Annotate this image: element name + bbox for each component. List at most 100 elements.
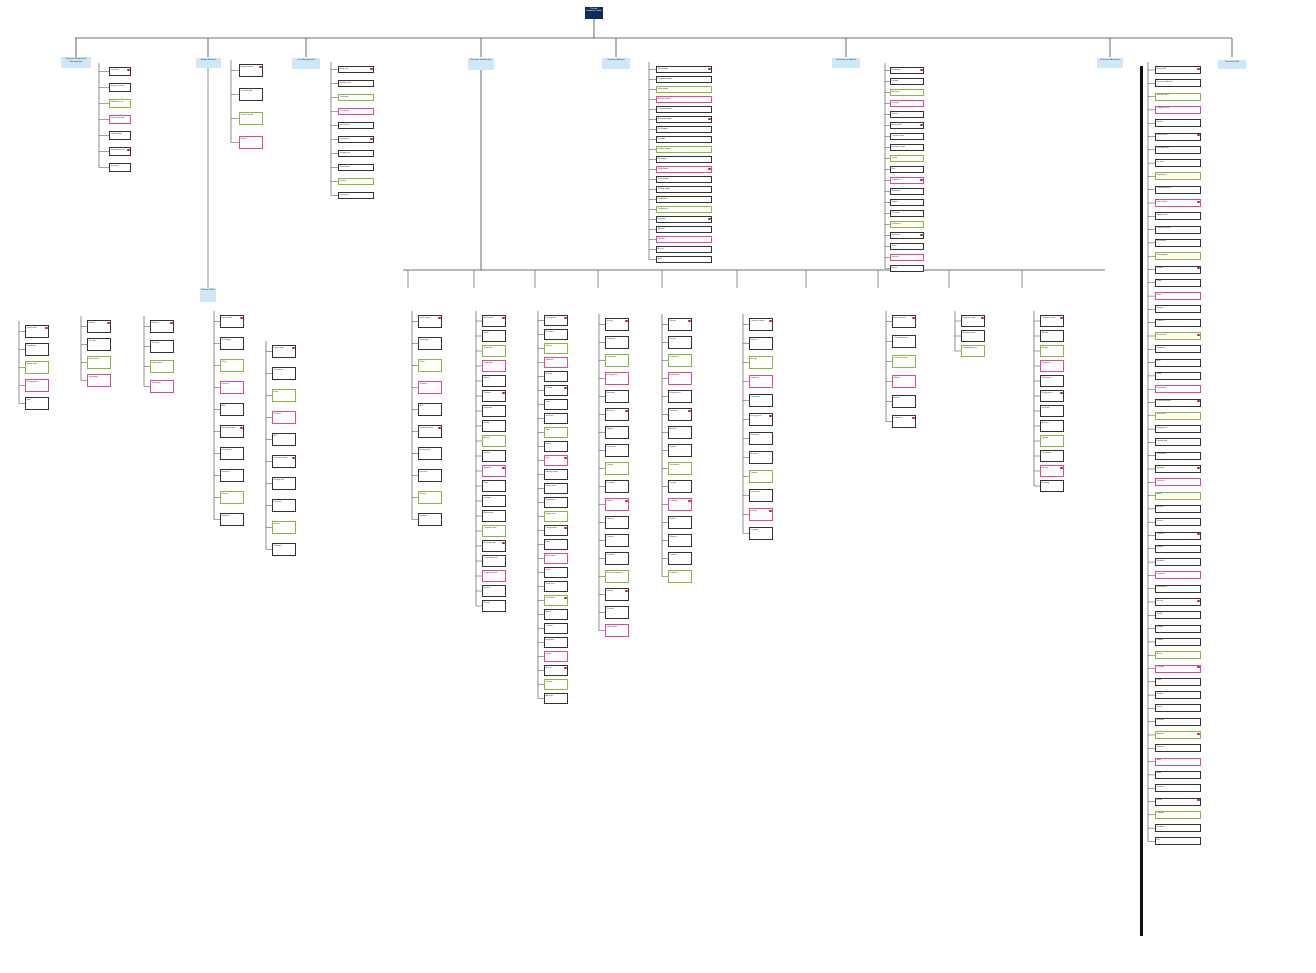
external-node[interactable]: Supply chain xyxy=(1155,212,1201,221)
source-node[interactable]: Weather xyxy=(1040,330,1064,342)
external-node[interactable]: Housing data xyxy=(1155,438,1201,447)
performance-node[interactable]: Leverage xyxy=(890,100,924,107)
variance-node[interactable]: Labor budget xyxy=(656,86,712,93)
measure-node[interactable]: End xyxy=(544,455,568,466)
planning-node[interactable]: Research xyxy=(220,381,244,394)
external-node[interactable]: Energy prices xyxy=(1155,425,1201,434)
external-node[interactable]: Market data xyxy=(1155,66,1201,74)
external-node[interactable]: Licensing xyxy=(1155,664,1201,673)
category-node-4[interactable]: Variance Analysis xyxy=(602,58,630,69)
alloc-node[interactable]: Databases xyxy=(605,336,629,349)
planning2-node[interactable]: Forecasts xyxy=(272,499,296,512)
measure-node[interactable]: Validation xyxy=(544,357,568,368)
measure-node[interactable]: Benchmarks xyxy=(544,553,568,564)
review-node[interactable]: Exchange rates xyxy=(892,315,916,328)
cost-node[interactable]: Cost review xyxy=(338,136,374,143)
alloc-node[interactable]: Energy prices xyxy=(605,372,629,385)
scenario-node[interactable]: Energy prices xyxy=(749,413,773,426)
reporting-node[interactable]: Department costs xyxy=(109,147,131,156)
performance-node[interactable]: Report xyxy=(890,265,924,272)
variance-detail-node[interactable]: Trade data xyxy=(482,345,506,357)
reporting-node[interactable]: Cash flow xyxy=(109,67,131,76)
variance-detail-node[interactable]: Commodity prices xyxy=(482,555,506,567)
external-node[interactable]: History xyxy=(1155,797,1201,806)
source-node[interactable]: Lineage xyxy=(1040,465,1064,477)
category-node-1[interactable]: Budget Analysis xyxy=(196,58,221,68)
external-node[interactable]: Notes xyxy=(1155,770,1201,779)
external-node[interactable]: Research xyxy=(1155,318,1201,327)
measure-node[interactable]: Security xyxy=(544,371,568,382)
external-node[interactable]: Credit data xyxy=(1155,451,1201,460)
analysis-node[interactable]: Cost allocation xyxy=(239,88,263,101)
external-node[interactable]: Quality xyxy=(1155,611,1201,620)
alloc-node[interactable]: Surveys xyxy=(605,318,629,331)
external-node[interactable]: Access xyxy=(1155,651,1201,660)
variance-detail-node[interactable]: Credit data xyxy=(482,360,506,372)
metric-node[interactable]: Forecasts xyxy=(418,469,442,482)
planning2-node[interactable]: Technology xyxy=(272,367,296,380)
performance-node[interactable]: KPI review xyxy=(890,210,924,217)
cost-node[interactable]: Procurement xyxy=(338,164,374,171)
external-node[interactable]: Surveys xyxy=(1155,305,1201,314)
alloc2-node[interactable]: Feedback xyxy=(668,570,692,583)
analysis-node[interactable]: Forecast model xyxy=(239,112,263,125)
source-node[interactable]: Sentiment xyxy=(1040,405,1064,417)
external-node[interactable]: Forecasts xyxy=(1155,478,1201,487)
external-node[interactable]: Validation xyxy=(1155,558,1201,567)
external-node[interactable]: Governance xyxy=(1155,584,1201,593)
variance-detail-node[interactable]: Weather xyxy=(482,585,506,597)
alloc2-node[interactable]: Energy prices xyxy=(668,390,692,403)
scenario-node[interactable]: Publications xyxy=(749,394,773,407)
review-node[interactable]: Weather xyxy=(892,375,916,388)
variance-detail-node[interactable]: Competitor data xyxy=(482,525,506,537)
left3-node[interactable]: Labor market xyxy=(150,360,174,373)
performance-node[interactable]: Employee output xyxy=(890,144,924,151)
planning-node[interactable]: APIs xyxy=(220,403,244,416)
performance-node[interactable]: Profitability xyxy=(890,67,924,74)
alloc-node[interactable]: Inflation xyxy=(605,588,629,601)
source-node[interactable]: Databases xyxy=(1040,360,1064,372)
external-node[interactable]: Feedback xyxy=(1155,824,1201,833)
alloc-node[interactable]: Feedback xyxy=(605,552,629,565)
external-node[interactable]: Citations xyxy=(1155,531,1201,540)
variance-node[interactable]: Sales budget xyxy=(656,66,712,73)
alloc-node[interactable]: Governance xyxy=(605,444,629,457)
reporting-node[interactable]: Expense tracking xyxy=(109,115,131,124)
cost-node[interactable]: Cost drivers xyxy=(338,108,374,115)
source-node[interactable]: Consumer trends xyxy=(1040,315,1064,327)
external-node[interactable]: Weather xyxy=(1155,265,1201,274)
external-node[interactable]: Government data xyxy=(1155,398,1201,407)
performance-node[interactable]: Compliance xyxy=(890,177,924,184)
external-node[interactable]: Labor market xyxy=(1155,199,1201,207)
left2-node[interactable]: Labor market xyxy=(87,356,111,369)
planning2-node[interactable]: Research xyxy=(272,411,296,424)
external-node[interactable]: Databases xyxy=(1155,345,1201,354)
alloc-node[interactable]: Tax rates xyxy=(605,606,629,619)
variance-detail-node[interactable]: Access xyxy=(482,435,506,447)
left3-node[interactable]: Technology xyxy=(150,380,174,393)
variance-detail-node[interactable]: Changes xyxy=(482,495,506,507)
scenario-node[interactable]: Weather xyxy=(749,337,773,350)
left3-node[interactable]: Tax rates xyxy=(150,340,174,353)
measure-node[interactable]: Feeds xyxy=(544,567,568,578)
variance-detail-node[interactable]: Exchange rates xyxy=(482,540,506,552)
performance-node[interactable]: Benchmark xyxy=(890,188,924,195)
left2-node[interactable]: Technology xyxy=(87,374,111,387)
external-node[interactable]: Changes xyxy=(1155,810,1201,819)
review-node[interactable]: Commodity prices xyxy=(892,335,916,348)
external-node[interactable]: Archives xyxy=(1155,504,1201,513)
variance-node[interactable]: Marketing budget xyxy=(656,116,712,123)
left-node[interactable]: Regulations xyxy=(25,343,49,356)
performance-node[interactable]: Growth xyxy=(890,111,924,118)
reporting-node[interactable]: Summary xyxy=(109,163,131,172)
alloc-node[interactable]: Review xyxy=(605,498,629,511)
performance-node[interactable]: Risk xyxy=(890,166,924,173)
cost-node[interactable]: Vendors xyxy=(338,178,374,185)
external-node[interactable]: Inflation xyxy=(1155,119,1201,128)
alloc2-node[interactable]: Governance xyxy=(668,462,692,475)
external-node[interactable]: Models xyxy=(1155,491,1201,500)
planning2-node[interactable]: Labor market xyxy=(272,345,296,358)
approval-node[interactable]: Commodity prices xyxy=(961,345,985,357)
external-node[interactable]: Industry reports xyxy=(1155,92,1201,101)
measure-node[interactable]: Interest rates xyxy=(544,483,568,494)
